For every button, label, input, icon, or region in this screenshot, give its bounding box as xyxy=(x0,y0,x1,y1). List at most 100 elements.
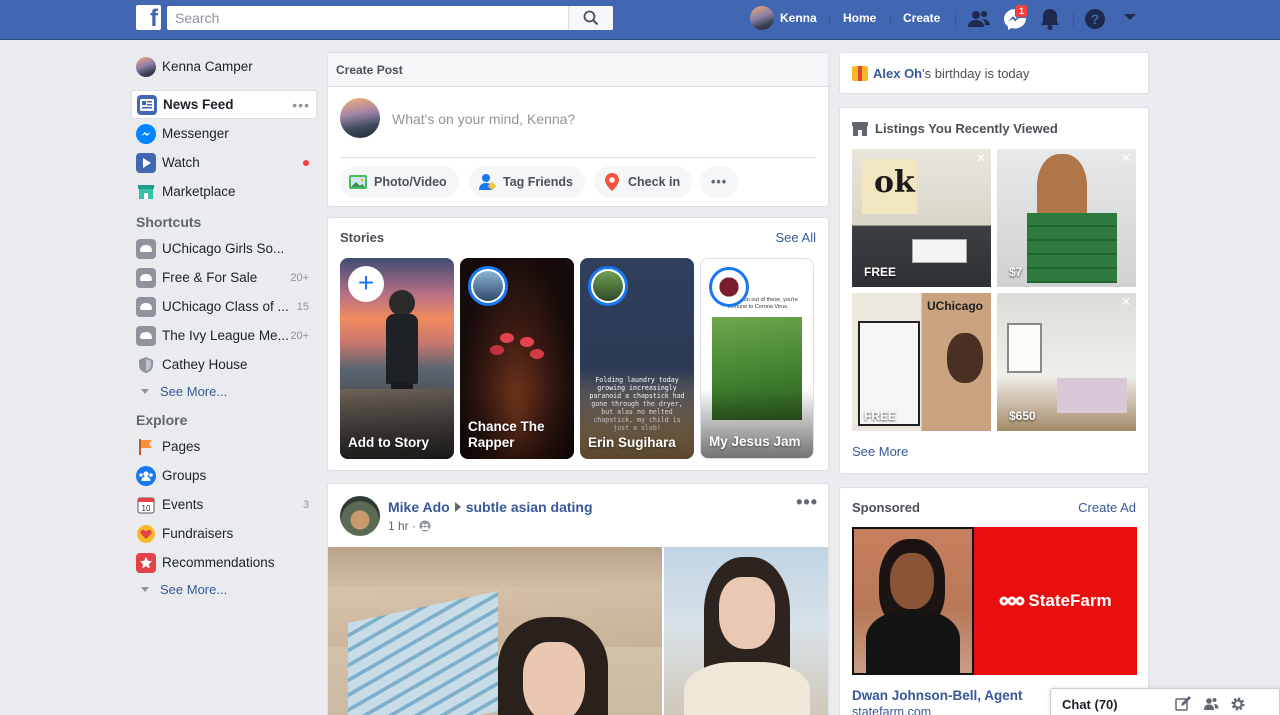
search-icon xyxy=(583,10,599,26)
tag-friends-button[interactable]: Tag Friends xyxy=(469,166,585,198)
post-author-avatar[interactable] xyxy=(340,496,380,536)
explore-see-more[interactable]: See More... xyxy=(131,577,317,602)
nav-divider xyxy=(829,13,830,27)
listings-header: Listings You Recently Viewed xyxy=(852,121,1058,136)
fundraiser-heart-icon xyxy=(136,524,156,544)
recent-listings-card: Listings You Recently Viewed ok ✕ FREE ✕… xyxy=(839,107,1149,474)
chat-bar[interactable]: Chat (70) xyxy=(1050,688,1280,715)
svg-text:?: ? xyxy=(1091,11,1100,27)
listing-item[interactable]: UChicago FREE xyxy=(852,293,991,431)
chevron-down-icon xyxy=(141,389,149,394)
photo-video-button[interactable]: Photo/Video xyxy=(340,166,459,198)
birthday-person[interactable]: Alex Oh xyxy=(873,66,922,81)
more-icon: ••• xyxy=(711,175,728,189)
explore-heading: Explore xyxy=(136,412,188,428)
close-icon[interactable]: ✕ xyxy=(1121,151,1131,165)
gear-icon[interactable] xyxy=(1230,696,1246,712)
shortcut-item[interactable]: Free & For Sale 20+ xyxy=(131,263,317,292)
profile-link[interactable]: Kenna xyxy=(750,6,817,30)
explore-item-events[interactable]: 10 Events 3 xyxy=(131,490,317,519)
post-group-link[interactable]: subtle asian dating xyxy=(466,499,593,515)
story-chance-the-rapper[interactable]: Chance The Rapper xyxy=(460,258,574,459)
search-button[interactable] xyxy=(568,6,613,30)
facebook-logo[interactable]: f xyxy=(136,5,161,30)
post-options-icon[interactable]: ••• xyxy=(796,492,818,513)
explore-label: Groups xyxy=(162,468,207,483)
story-erin-sugihara[interactable]: Folding laundry today growing increasing… xyxy=(580,258,694,459)
create-ad-link[interactable]: Create Ad xyxy=(1078,500,1136,515)
explore-item-recommendations[interactable]: Recommendations xyxy=(131,548,317,577)
ad-image-agent[interactable] xyxy=(852,527,974,675)
search-input[interactable] xyxy=(167,6,567,30)
story-add-to-story[interactable]: + Add to Story xyxy=(340,258,454,459)
story-avatar xyxy=(468,266,508,306)
photo-icon xyxy=(349,175,367,189)
news-feed-icon xyxy=(137,94,157,115)
listing-item[interactable]: ✕ $650 xyxy=(997,293,1136,431)
recommendations-star-icon xyxy=(136,552,156,573)
stories-see-all-link[interactable]: See All xyxy=(776,230,816,245)
see-more-label: See More... xyxy=(160,384,228,399)
new-group-icon[interactable] xyxy=(1203,696,1219,712)
ad-brand-name: StateFarm xyxy=(1028,591,1112,610)
sidebar-profile[interactable]: Kenna Camper xyxy=(131,52,317,81)
listing-price: FREE xyxy=(864,409,897,423)
birthday-card[interactable]: Alex Oh's birthday is today xyxy=(839,52,1149,94)
shortcuts-heading: Shortcuts xyxy=(136,214,202,230)
story-name: My Jesus Jam xyxy=(709,434,801,449)
story-my-jesus-jam[interactable]: You can't run out of these, you're immun… xyxy=(700,258,814,459)
check-in-label: Check in xyxy=(628,175,681,189)
create-post-card: Create Post What's on your mind, Kenna? … xyxy=(327,52,829,207)
notifications-icon[interactable] xyxy=(1038,8,1062,30)
divider xyxy=(340,157,816,158)
sidebar-item-news-feed[interactable]: News Feed ••• xyxy=(131,90,317,119)
post-author-link[interactable]: Mike Ado xyxy=(388,499,450,515)
friend-requests-icon[interactable] xyxy=(967,8,991,30)
more-actions-button[interactable]: ••• xyxy=(700,166,739,198)
explore-item-fundraisers[interactable]: Fundraisers xyxy=(131,519,317,548)
feed-post: Mike Ado subtle asian dating 1 hr · ••• xyxy=(327,483,829,715)
explore-item-groups[interactable]: Groups xyxy=(131,461,317,490)
ad-url[interactable]: statefarm.com xyxy=(852,705,931,715)
sidebar-item-watch[interactable]: Watch xyxy=(131,148,317,177)
shortcut-item[interactable]: UChicago Girls So... xyxy=(131,234,317,263)
top-navigation-bar: f Kenna Home Create 1 ? xyxy=(0,0,1280,40)
profile-name: Kenna Camper xyxy=(162,59,253,74)
shortcut-count: 20+ xyxy=(290,271,309,284)
listing-price: FREE xyxy=(864,265,897,279)
listings-see-more-link[interactable]: See More xyxy=(852,444,908,459)
shortcut-item[interactable]: Cathey House xyxy=(131,350,317,379)
gift-icon xyxy=(852,66,868,81)
compose-message-icon[interactable] xyxy=(1175,696,1191,712)
home-link[interactable]: Home xyxy=(843,11,876,25)
create-link[interactable]: Create xyxy=(903,11,940,25)
explore-label: Events xyxy=(162,497,204,512)
close-icon[interactable]: ✕ xyxy=(1121,295,1131,309)
sidebar-item-marketplace[interactable]: Marketplace xyxy=(131,177,317,206)
account-menu-chevron-down-icon[interactable] xyxy=(1122,12,1138,22)
shortcut-label: UChicago Class of ... xyxy=(162,299,289,314)
post-image[interactable] xyxy=(664,547,828,715)
see-more-label: See More... xyxy=(160,582,228,597)
sponsored-card: Sponsored Create Ad StateFarm Dwan Johns… xyxy=(839,487,1149,715)
shortcut-item[interactable]: The Ivy League Me... 20+ xyxy=(131,321,317,350)
status-input[interactable]: What's on your mind, Kenna? xyxy=(392,111,575,127)
shortcuts-see-more[interactable]: See More... xyxy=(131,379,317,404)
sidebar-item-messenger[interactable]: Messenger xyxy=(131,119,317,148)
help-icon[interactable]: ? xyxy=(1084,8,1108,30)
sidebar-item-label: News Feed xyxy=(163,97,234,112)
more-options-icon[interactable]: ••• xyxy=(292,97,310,113)
explore-item-pages[interactable]: Pages xyxy=(131,432,317,461)
listing-item[interactable]: ok ✕ FREE xyxy=(852,149,991,287)
close-icon[interactable]: ✕ xyxy=(976,151,986,165)
messenger-icon xyxy=(136,123,156,144)
sidebar-item-label: Marketplace xyxy=(162,184,236,199)
ad-headline[interactable]: Dwan Johnson-Bell, Agent xyxy=(852,688,1023,703)
story-name: Chance The Rapper xyxy=(468,419,545,450)
post-image[interactable] xyxy=(328,547,662,715)
ad-image-brand[interactable]: StateFarm xyxy=(974,527,1137,675)
check-in-button[interactable]: Check in xyxy=(594,166,693,198)
listing-item[interactable]: ✕ $7 xyxy=(997,149,1136,287)
avatar xyxy=(340,98,380,138)
shortcut-item[interactable]: UChicago Class of ... 15 xyxy=(131,292,317,321)
